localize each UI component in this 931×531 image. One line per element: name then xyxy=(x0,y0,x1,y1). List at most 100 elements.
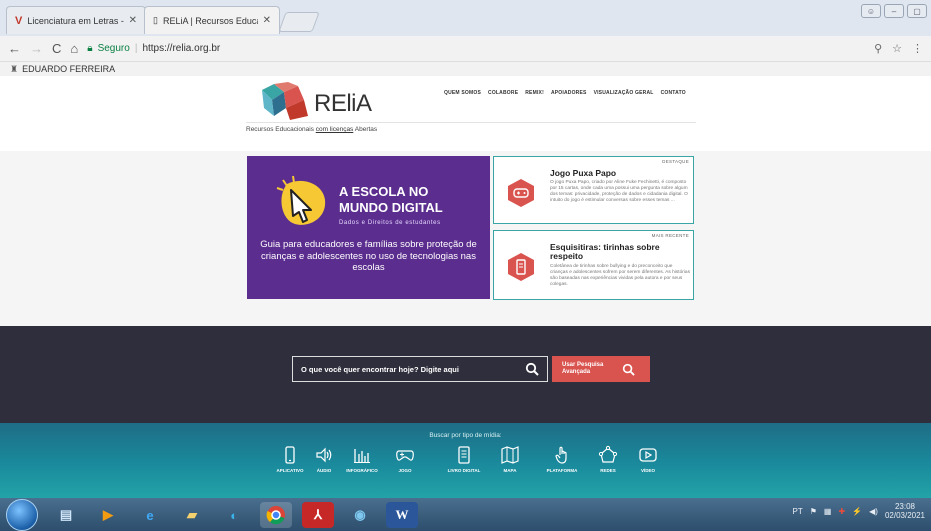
media-mapa[interactable]: MAPA xyxy=(488,445,532,473)
media-livro-digital[interactable]: LIVRO DIGITAL xyxy=(442,445,486,473)
back-icon[interactable]: ← xyxy=(8,41,21,56)
reload-icon[interactable]: C xyxy=(52,41,61,56)
nav-colabore[interactable]: COLABORE xyxy=(488,90,518,96)
language-indicator[interactable]: PT xyxy=(792,507,802,516)
flag-icon[interactable]: ⚑ xyxy=(810,507,817,516)
menu-icon[interactable]: ⋮ xyxy=(912,42,923,55)
media-player-icon[interactable]: ▶ xyxy=(92,502,124,528)
internet-explorer-icon[interactable]: e xyxy=(134,502,166,528)
forward-icon[interactable]: → xyxy=(30,41,43,56)
minimize-icon[interactable]: – xyxy=(884,4,904,18)
windows-taskbar: ▤ ▶ e ▰ ◐ ⅄ ◉ W PT ⚑ ▦ ✚ ⚡ ◀) 23:08 02/0… xyxy=(0,498,931,531)
card-badge: DESTAQUE xyxy=(662,159,689,164)
nav-contato[interactable]: CONTATO xyxy=(661,90,686,96)
secure-label: Seguro xyxy=(97,43,130,54)
site-tagline: Recursos Educacionais com licenças Abert… xyxy=(246,126,377,133)
search-input[interactable]: O que você quer encontrar hoje? Digite a… xyxy=(292,356,548,382)
card-description: Coletânea de tirinhas sobre bullying e d… xyxy=(550,264,690,287)
close-icon[interactable]: ✕ xyxy=(129,15,137,26)
media-jogo[interactable]: JOGO xyxy=(383,445,427,473)
search-icon xyxy=(622,363,635,376)
lock-icon: 🔒︎ xyxy=(87,43,93,54)
featured-banner[interactable]: A ESCOLA NO MUNDO DIGITAL Dados e Direit… xyxy=(247,156,490,299)
nav-apoiadores[interactable]: APOIADORES xyxy=(551,90,587,96)
card-title[interactable]: Jogo Puxa Papo xyxy=(550,169,688,178)
advanced-search-button[interactable]: Usar Pesquisa Avançada xyxy=(552,356,650,382)
media-label: Buscar por tipo de mídia: xyxy=(429,432,502,439)
tab-relia[interactable]: ▯ RELiA | Recursos Educacio ✕ xyxy=(144,6,280,34)
close-icon[interactable]: ✕ xyxy=(263,15,271,26)
bookmark-folder-icon: ♜ xyxy=(10,63,19,74)
nav-quem-somos[interactable]: QUEM SOMOS xyxy=(444,90,481,96)
media-item-label: REDES xyxy=(600,468,616,473)
media-item-label: LIVRO DIGITAL xyxy=(447,468,481,473)
tab-licenciatura[interactable]: V Licenciatura em Letras - ✕ xyxy=(6,6,146,34)
power-icon[interactable]: ⚡ xyxy=(852,507,862,516)
clock-date: 02/03/2021 xyxy=(884,511,925,520)
site-header: REliA QUEM SOMOS COLABORE REMIX! APOIADO… xyxy=(246,76,696,150)
new-tab-button[interactable] xyxy=(278,12,320,32)
main-nav: QUEM SOMOS COLABORE REMIX! APOIADORES VI… xyxy=(444,90,686,96)
ebook-icon xyxy=(458,446,470,464)
media-item-label: PLATAFORMA xyxy=(546,468,578,473)
clock-time: 23:08 xyxy=(894,502,915,511)
search-section: O que você quer encontrar hoje? Digite a… xyxy=(0,326,931,423)
card-title[interactable]: Esquisitiras: tirinhas sobre respeito xyxy=(550,243,688,261)
clock[interactable]: 23:08 02/03/2021 xyxy=(885,502,925,520)
volume-icon[interactable]: ◀) xyxy=(869,507,878,516)
tab-strip: V Licenciatura em Letras - ✕ ▯ RELiA | R… xyxy=(0,0,931,36)
card-description: O jogo Puxa Papo, criado por Aline Fuke … xyxy=(550,180,688,203)
media-redes[interactable]: REDES xyxy=(586,445,630,473)
chrome-logo-icon xyxy=(266,506,285,525)
search-placeholder: O que você quer encontrar hoje? Digite a… xyxy=(301,364,459,374)
media-plataforma[interactable]: PLATAFORMA xyxy=(540,445,584,473)
media-type-section: Buscar por tipo de mídia: APLICATIVO ÁUD… xyxy=(0,423,931,498)
acrobat-icon[interactable]: ⅄ xyxy=(302,502,334,528)
play-icon xyxy=(639,448,657,462)
v-icon: V xyxy=(15,14,23,27)
relia-logo-icon[interactable] xyxy=(260,82,310,122)
explorer-icon[interactable]: ▤ xyxy=(50,502,82,528)
media-item-label: MAPA xyxy=(503,468,517,473)
chrome-icon[interactable] xyxy=(260,502,292,528)
word-icon[interactable]: W xyxy=(386,502,418,528)
tagline-text-end: Abertas xyxy=(353,126,378,133)
maximize-icon[interactable]: ▢ xyxy=(907,4,927,18)
media-infografico[interactable]: INFOGRÁFICO xyxy=(340,445,384,473)
url-text: https://relia.org.br xyxy=(142,43,221,54)
folder-icon[interactable]: ▰ xyxy=(176,502,208,528)
hand-icon xyxy=(555,446,567,464)
search-icon[interactable] xyxy=(525,362,539,376)
address-bar[interactable]: 🔒︎ Seguro | https://relia.org.br xyxy=(87,43,220,54)
media-item-label: VÍDEO xyxy=(640,468,655,473)
home-icon[interactable]: ⌂ xyxy=(70,41,78,56)
tagline-link[interactable]: com licenças xyxy=(316,126,354,133)
network-tray-icon[interactable]: ▦ xyxy=(824,507,832,516)
teamviewer-icon[interactable]: ◐ xyxy=(218,502,250,528)
system-tray: PT ⚑ ▦ ✚ ⚡ ◀) 23:08 02/03/2021 xyxy=(792,502,925,520)
tagline-text: Recursos Educacionais xyxy=(246,126,316,133)
star-icon[interactable]: ☆ xyxy=(892,42,902,55)
browser-toolbar: ← → C ⌂ 🔒︎ Seguro | https://relia.org.br… xyxy=(0,36,931,62)
featured-card[interactable]: DESTAQUE Jogo Puxa Papo O jogo Puxa Papo… xyxy=(493,156,694,224)
start-button[interactable] xyxy=(6,499,38,531)
cursor-icon xyxy=(276,175,326,225)
gamepad-icon xyxy=(396,450,414,461)
tab-title: RELiA | Recursos Educacio xyxy=(162,15,258,26)
zoom-icon[interactable]: ⚲ xyxy=(874,42,882,55)
network-icon xyxy=(598,445,618,463)
tab-title: Licenciatura em Letras - xyxy=(27,15,124,26)
bookmarks-bar: ♜ EDUARDO FERREIRA xyxy=(0,62,931,76)
screen: { "browser": { "tabs": [ {"label": "Lice… xyxy=(0,0,931,531)
media-video[interactable]: VÍDEO xyxy=(626,445,670,473)
media-item-label: JOGO xyxy=(398,468,412,473)
nav-remix[interactable]: REMIX! xyxy=(525,90,544,96)
bookmark-item[interactable]: EDUARDO FERREIRA xyxy=(22,64,115,74)
user-icon[interactable]: ☺ xyxy=(861,4,881,18)
media-item-label: INFOGRÁFICO xyxy=(346,468,378,473)
app-icon[interactable]: ◉ xyxy=(344,502,376,528)
antivirus-icon[interactable]: ✚ xyxy=(838,507,845,516)
nav-visualizacao-geral[interactable]: VISUALIZAÇÃO GERAL xyxy=(594,90,654,96)
brand-name[interactable]: REliA xyxy=(314,90,372,118)
recent-card[interactable]: MAIS RECENTE Esquisitiras: tirinhas sobr… xyxy=(493,230,694,300)
